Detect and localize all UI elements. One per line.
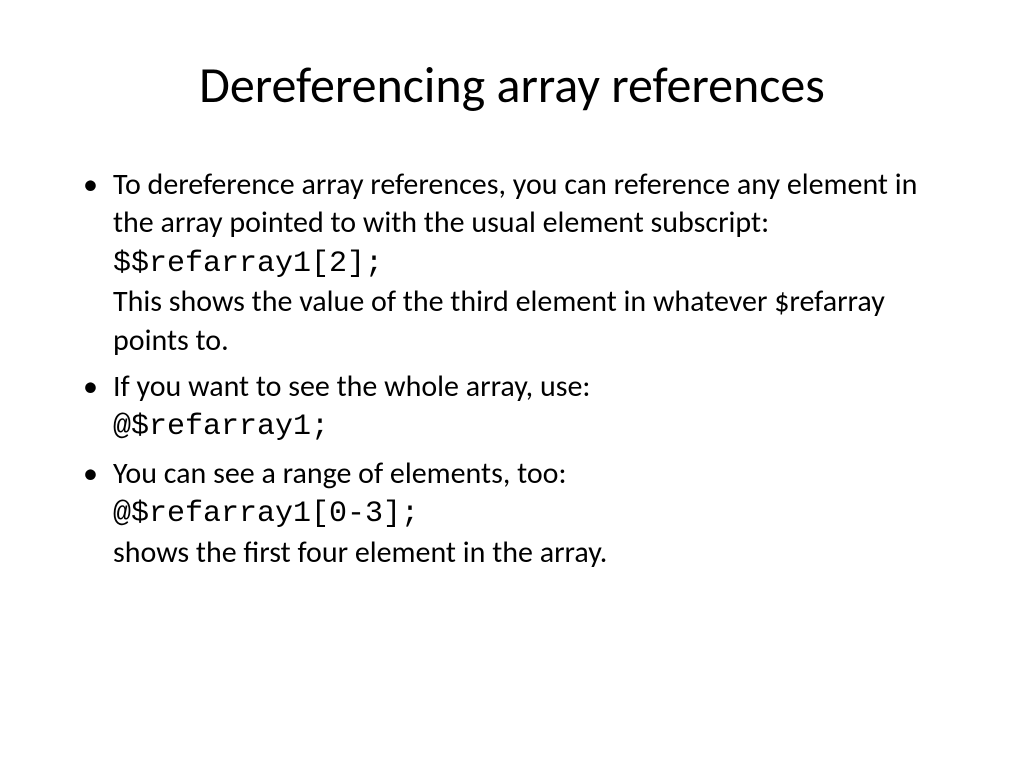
bullet-text-before: To dereference array references, you can…: [113, 166, 917, 241]
bullet-item: You can see a range of elements, too: @$…: [75, 455, 949, 572]
bullet-list: To dereference array references, you can…: [75, 166, 949, 572]
bullet-text-before: If you want to see the whole array, use:: [113, 368, 590, 405]
bullet-item: If you want to see the whole array, use:…: [75, 368, 949, 447]
bullet-text-after: shows the first four element in the arra…: [113, 534, 607, 571]
bullet-text-after: This shows the value of the third elemen…: [113, 283, 885, 358]
bullet-code: @$refarray1;: [113, 410, 329, 444]
bullet-code: $$refarray1[2];: [113, 247, 383, 281]
bullet-item: To dereference array references, you can…: [75, 166, 949, 360]
bullet-text-before: You can see a range of elements, too:: [113, 455, 567, 492]
slide-title: Dereferencing array references: [75, 55, 949, 116]
bullet-code: @$refarray1[0-3];: [113, 497, 419, 531]
